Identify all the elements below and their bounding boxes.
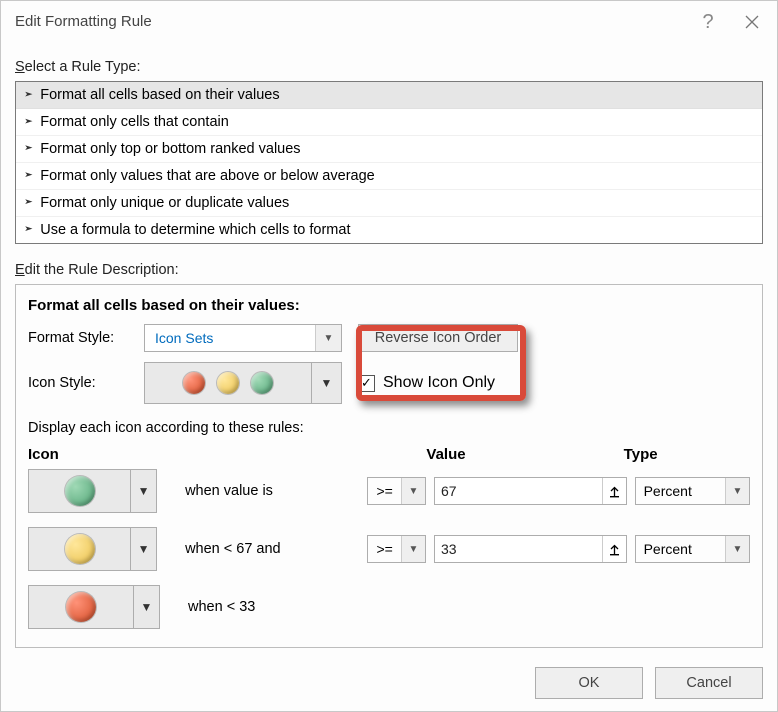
type-value: Percent <box>636 536 725 562</box>
reverse-icon-order-label: Reverse Icon Order <box>375 330 502 346</box>
traffic-amber-icon <box>217 372 239 394</box>
operator-value: >= <box>368 478 401 504</box>
titlebar: Edit Formatting Rule ? <box>1 1 777 41</box>
rule-type-text: Format only top or bottom ranked values <box>40 141 300 157</box>
icon-dropdown[interactable]: ▼ <box>28 469 157 513</box>
type-value: Percent <box>636 478 725 504</box>
icon-dropdown[interactable]: ▼ <box>28 527 157 571</box>
rule-type-text: Format only unique or duplicate values <box>40 195 289 211</box>
chevron-down-icon: ▼ <box>133 586 159 628</box>
traffic-red-icon <box>66 592 96 622</box>
show-icon-only-label: Show Icon Only <box>383 374 495 392</box>
rule-type-item[interactable]: ➤ Format only top or bottom ranked value… <box>16 136 762 163</box>
traffic-amber-icon <box>65 534 95 564</box>
format-style-value: Icon Sets <box>145 330 315 346</box>
ok-label: OK <box>579 675 600 691</box>
ok-button[interactable]: OK <box>535 667 643 699</box>
checkbox-icon: ✓ <box>358 375 375 392</box>
chevron-down-icon: ▼ <box>725 536 749 562</box>
value-text: 33 <box>435 541 602 557</box>
dialog-footer: OK Cancel <box>535 667 763 699</box>
value-input[interactable]: 67 <box>434 477 627 505</box>
content: Select a Rule Type: ➤ Format all cells b… <box>1 59 777 662</box>
chevron-down-icon: ▼ <box>130 470 156 512</box>
icon-rule-row: ▼ when value is >= ▼ 67 Percent ▼ <box>28 469 750 513</box>
close-icon <box>745 15 759 29</box>
pointer-icon: ➤ <box>24 225 33 233</box>
pointer-icon: ➤ <box>24 198 33 206</box>
close-button[interactable] <box>731 7 773 37</box>
pointer-icon: ➤ <box>24 144 33 152</box>
pointer-icon: ➤ <box>24 90 33 98</box>
rule-type-item[interactable]: ➤ Format only values that are above or b… <box>16 163 762 190</box>
traffic-red-icon <box>183 372 205 394</box>
traffic-green-icon <box>65 476 95 506</box>
dialog-edit-formatting-rule: Edit Formatting Rule ? Select a Rule Typ… <box>0 0 778 712</box>
rule-type-item[interactable]: ➤ Format all cells based on their values <box>16 82 762 109</box>
range-picker-icon <box>608 543 621 556</box>
chevron-down-icon: ▼ <box>401 478 425 504</box>
format-style-row: Format Style: Icon Sets ▼ Reverse Icon O… <box>28 324 750 352</box>
rule-type-list[interactable]: ➤ Format all cells based on their values… <box>15 81 763 244</box>
reverse-icon-order-button[interactable]: Reverse Icon Order <box>358 324 518 352</box>
cancel-button[interactable]: Cancel <box>655 667 763 699</box>
chevron-down-icon: ▼ <box>315 325 341 351</box>
icon-rule-row: ▼ when < 33 <box>28 585 750 629</box>
value-text: 67 <box>435 483 602 499</box>
value-input[interactable]: 33 <box>434 535 627 563</box>
col-value-header: Value <box>426 446 623 463</box>
cancel-label: Cancel <box>686 675 731 691</box>
chevron-down-icon: ▼ <box>401 536 425 562</box>
rule-type-text: Format all cells based on their values <box>40 87 279 103</box>
window-title: Edit Formatting Rule <box>15 13 152 30</box>
description-title: Format all cells based on their values: <box>28 297 750 314</box>
pointer-icon: ➤ <box>24 117 33 125</box>
range-picker-icon <box>608 485 621 498</box>
rule-type-text: Format only cells that contain <box>40 114 229 130</box>
type-combo[interactable]: Percent ▼ <box>635 535 750 563</box>
icon-style-row: Icon Style: ▼ ✓ Show Icon Only <box>28 362 750 404</box>
icon-style-combo[interactable]: ▼ <box>144 362 342 404</box>
rule-type-item[interactable]: ➤ Format only cells that contain <box>16 109 762 136</box>
operator-combo[interactable]: >= ▼ <box>367 477 426 505</box>
col-icon-header: Icon <box>28 446 349 463</box>
rule-type-item[interactable]: ➤ Format only unique or duplicate values <box>16 190 762 217</box>
rule-type-item[interactable]: ➤ Use a formula to determine which cells… <box>16 217 762 243</box>
operator-combo[interactable]: >= ▼ <box>367 535 426 563</box>
range-picker-button[interactable] <box>602 478 626 504</box>
icon-rule-row: ▼ when < 67 and >= ▼ 33 Percent ▼ <box>28 527 750 571</box>
edit-description-label: Edit the Rule Description: <box>15 262 763 278</box>
when-text: when value is <box>185 483 338 499</box>
operator-value: >= <box>368 536 401 562</box>
chevron-down-icon: ▼ <box>130 528 156 570</box>
format-style-combo[interactable]: Icon Sets ▼ <box>144 324 342 352</box>
rule-type-text: Format only values that are above or bel… <box>40 168 375 184</box>
help-button[interactable]: ? <box>687 7 729 37</box>
show-icon-only-checkbox[interactable]: ✓ Show Icon Only <box>358 374 495 392</box>
when-text: when < 33 <box>188 599 344 615</box>
chevron-down-icon: ▼ <box>311 363 341 403</box>
type-combo[interactable]: Percent ▼ <box>635 477 750 505</box>
col-type-header: Type <box>624 446 750 463</box>
format-style-label: Format Style: <box>28 330 144 346</box>
traffic-green-icon <box>251 372 273 394</box>
chevron-down-icon: ▼ <box>725 478 749 504</box>
pointer-icon: ➤ <box>24 171 33 179</box>
range-picker-button[interactable] <box>602 536 626 562</box>
icon-dropdown[interactable]: ▼ <box>28 585 160 629</box>
icon-style-preview <box>145 372 311 394</box>
select-rule-type-label: Select a Rule Type: <box>15 59 763 75</box>
description-box: Format all cells based on their values: … <box>15 284 763 648</box>
columns-header: Icon Value Type <box>28 446 750 463</box>
rule-type-text: Use a formula to determine which cells t… <box>40 222 350 238</box>
icon-style-label: Icon Style: <box>28 375 144 391</box>
display-rules-label: Display each icon according to these rul… <box>28 420 750 436</box>
when-text: when < 67 and <box>185 541 338 557</box>
